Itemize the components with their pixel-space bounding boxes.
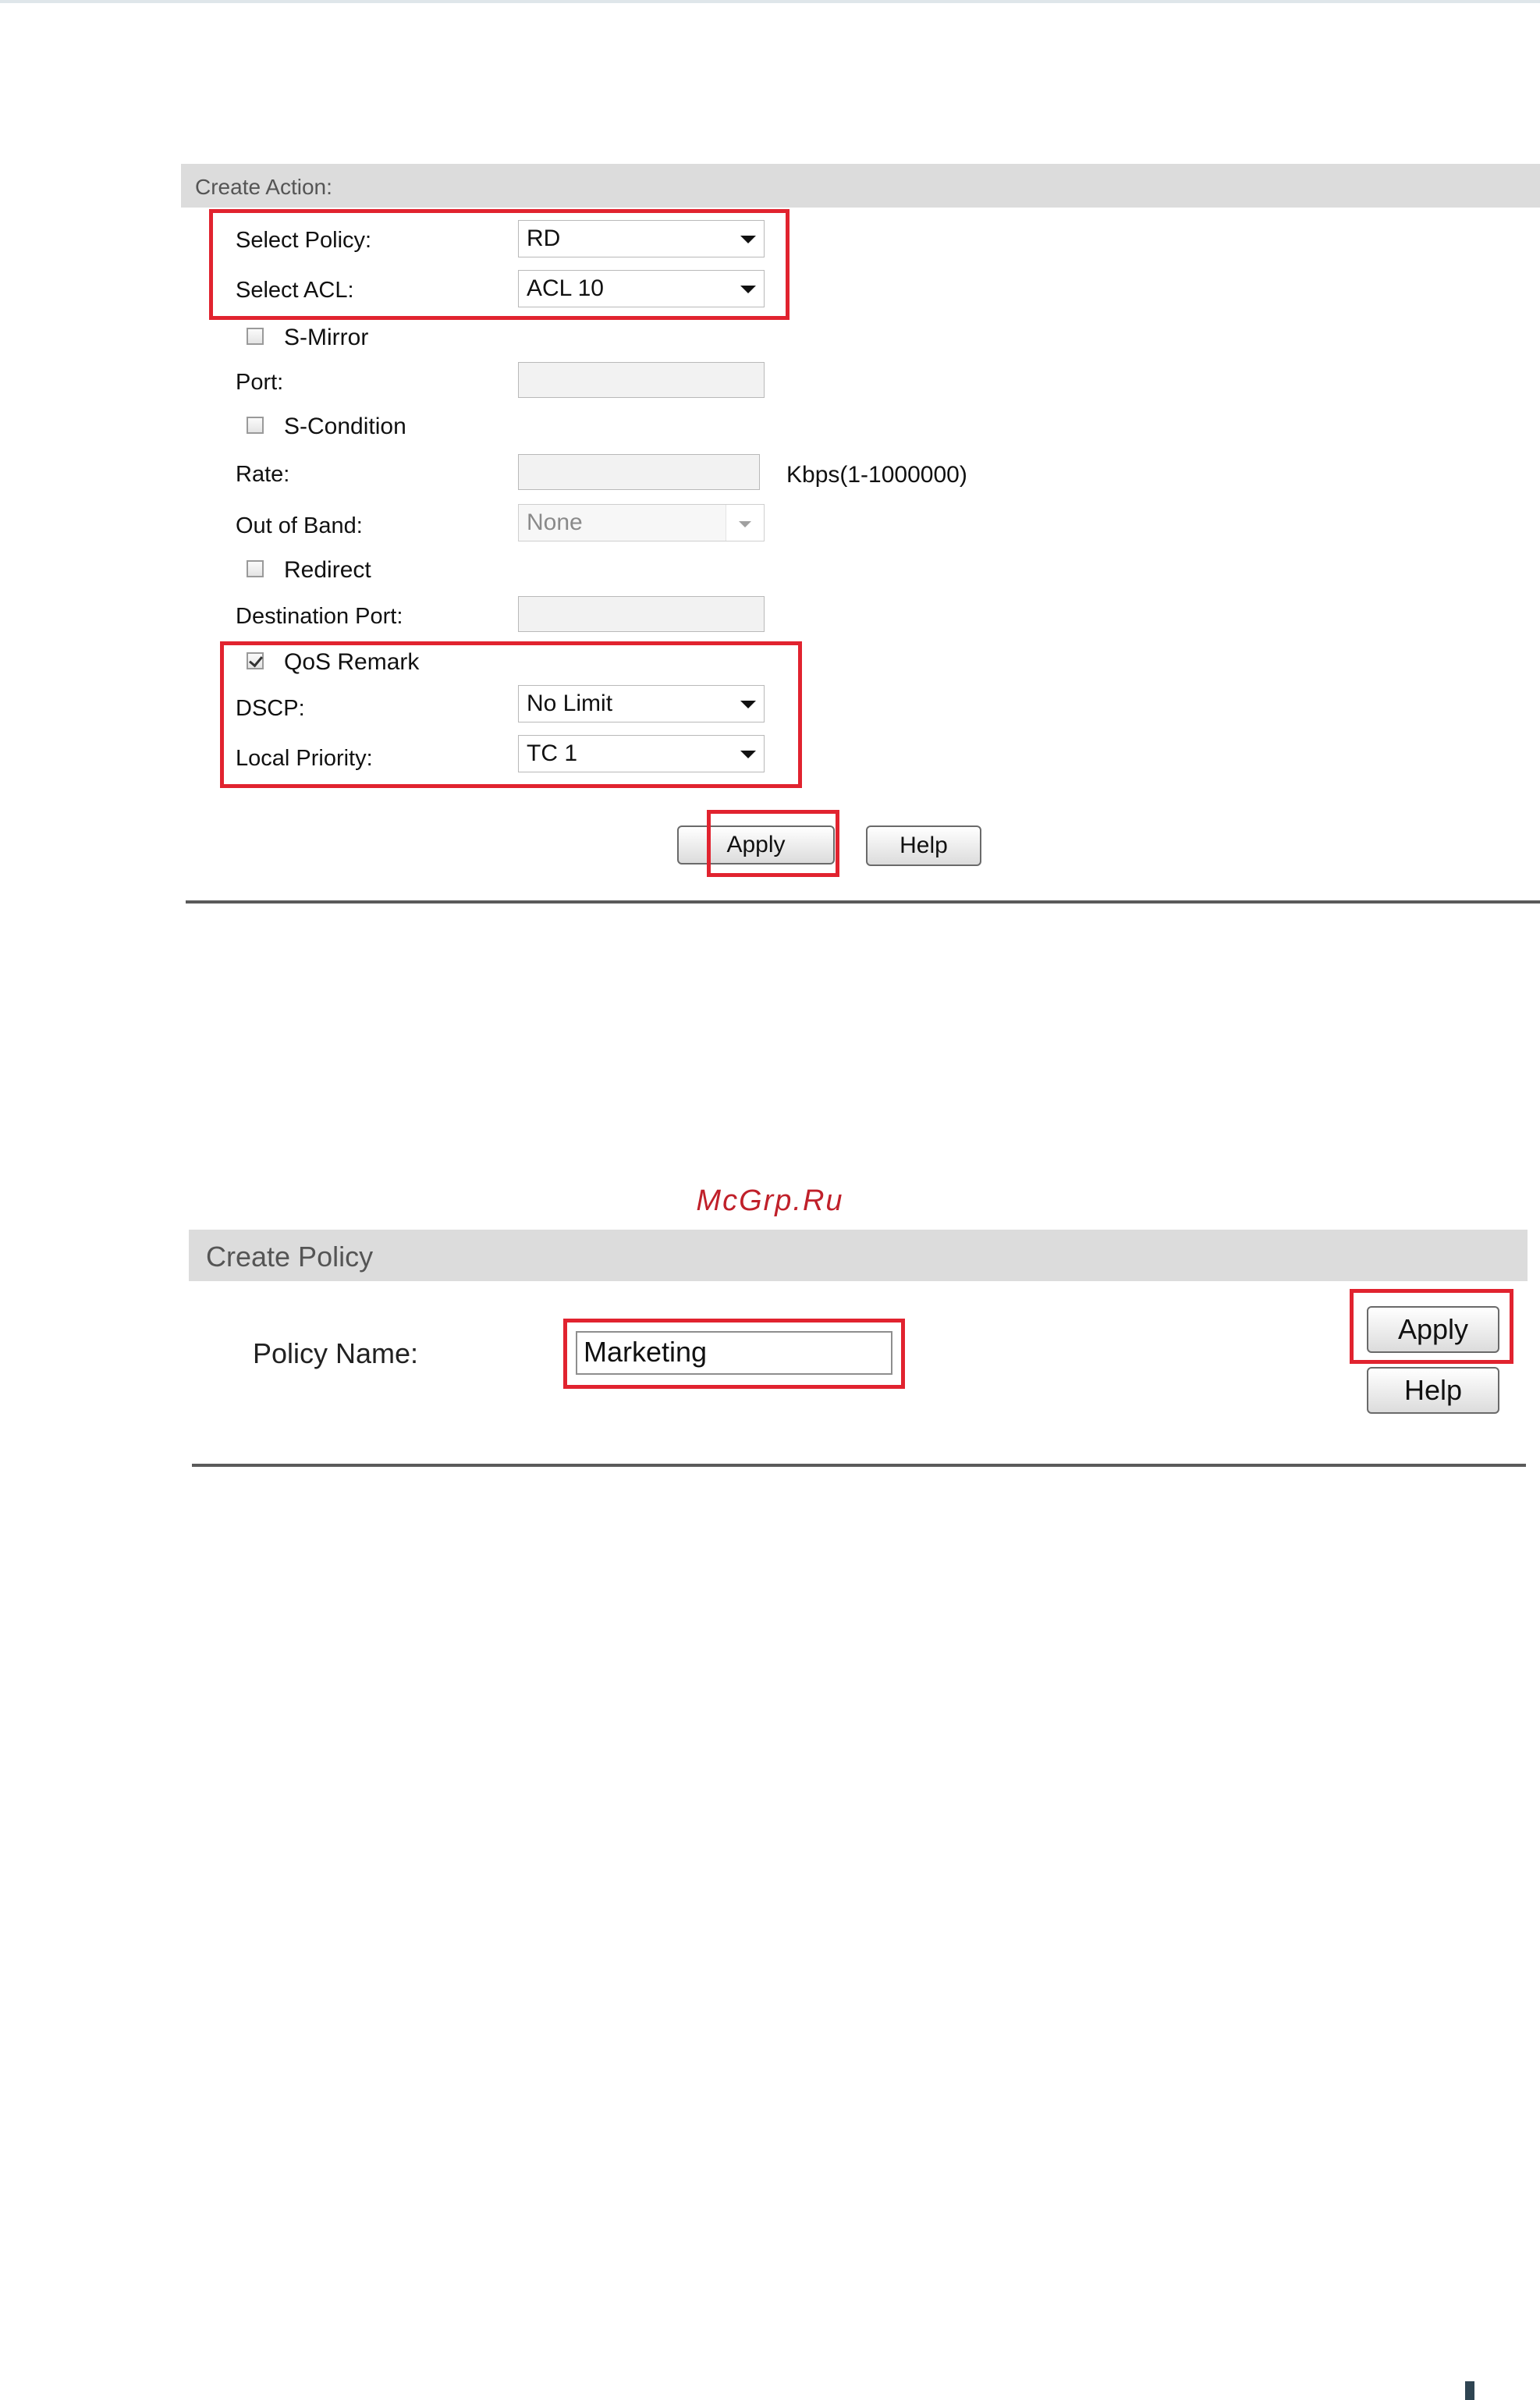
s-mirror-checkbox[interactable]: [247, 328, 264, 345]
destination-port-label: Destination Port:: [236, 604, 403, 629]
create-policy-header: Create Policy: [189, 1230, 1528, 1281]
rate-unit: Kbps(1-1000000): [786, 462, 967, 488]
watermark-text: McGrp.Ru: [696, 1184, 844, 1217]
highlight-apply-button: [707, 810, 839, 877]
create-action-header: Create Action:: [181, 164, 1540, 208]
rate-label: Rate:: [236, 462, 290, 487]
create-action-divider: [186, 900, 1540, 904]
rate-input[interactable]: [518, 454, 760, 490]
policy-name-label: Policy Name:: [253, 1337, 419, 1369]
highlight-create-policy-apply: [1350, 1289, 1513, 1364]
highlight-policy-name: [563, 1319, 905, 1389]
help-button[interactable]: Help: [866, 825, 981, 866]
highlight-select-policy-acl: [209, 209, 790, 320]
port-label: Port:: [236, 370, 284, 395]
create-policy-divider: [192, 1464, 1526, 1467]
destination-port-input[interactable]: [518, 596, 765, 632]
s-condition-label: S-Condition: [284, 414, 406, 439]
create-policy-title: Create Policy: [206, 1241, 374, 1273]
out-of-band-dropdown[interactable]: None: [518, 504, 765, 541]
port-input[interactable]: [518, 362, 765, 398]
s-condition-checkbox[interactable]: [247, 417, 264, 434]
s-mirror-label: S-Mirror: [284, 325, 369, 350]
redirect-label: Redirect: [284, 557, 371, 583]
page-top-rule: [0, 0, 1540, 3]
highlight-qos-remark: [220, 641, 802, 788]
chevron-down-icon: [739, 521, 751, 527]
create-action-title: Create Action:: [195, 175, 332, 199]
redirect-checkbox[interactable]: [247, 560, 264, 577]
create-policy-help-button[interactable]: Help: [1367, 1367, 1499, 1414]
page-corner-mark: [1465, 2381, 1474, 2400]
out-of-band-label: Out of Band:: [236, 513, 363, 538]
out-of-band-value: None: [527, 509, 583, 535]
